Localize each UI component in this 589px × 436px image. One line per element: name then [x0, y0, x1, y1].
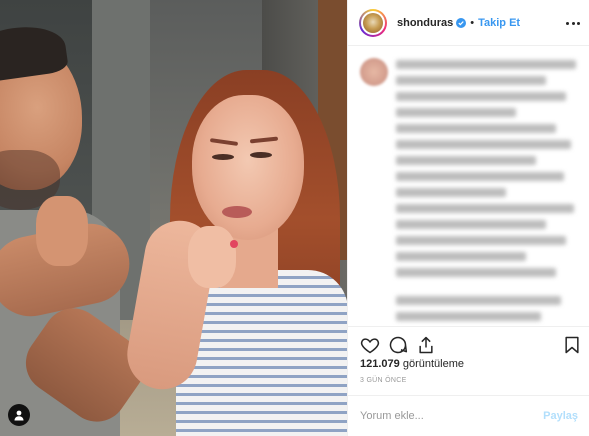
comment-input[interactable]	[360, 410, 544, 422]
comment-icon[interactable]	[388, 335, 408, 355]
post-media-image[interactable]	[0, 0, 347, 436]
woman-hand	[188, 226, 236, 288]
woman-nail	[230, 240, 238, 248]
caption-blurred	[348, 46, 589, 326]
post-header: shonduras • Takip Et	[348, 0, 589, 46]
woman-right-eye	[250, 152, 272, 158]
action-bar	[348, 326, 589, 362]
user-account-icon[interactable]	[8, 404, 30, 426]
post-timestamp[interactable]: 3 GÜN ÖNCE	[360, 377, 407, 384]
man-hand	[36, 196, 88, 266]
post-comment-button[interactable]: Paylaş	[543, 410, 578, 422]
woman-left-eye	[212, 154, 234, 160]
verified-badge-icon	[456, 17, 467, 28]
woman-face	[192, 95, 304, 240]
share-icon[interactable]	[416, 335, 436, 355]
profile-avatar[interactable]	[359, 8, 387, 37]
woman-mouth	[222, 206, 252, 218]
views-label: görüntüleme	[402, 358, 464, 370]
bookmark-icon[interactable]	[562, 335, 582, 355]
views-number: 121.079	[360, 358, 400, 370]
username-link[interactable]: shonduras	[397, 17, 453, 29]
heart-icon[interactable]	[360, 335, 380, 355]
caption-avatar	[360, 58, 388, 86]
more-options-icon[interactable]	[566, 16, 580, 30]
comment-bar: Paylaş	[348, 395, 589, 436]
separator-dot: •	[470, 16, 475, 29]
post-side-panel: shonduras • Takip Et 121.079 görüntüleme…	[347, 0, 589, 436]
views-count[interactable]: 121.079 görüntüleme	[360, 358, 464, 370]
follow-button[interactable]: Takip Et	[478, 17, 520, 29]
